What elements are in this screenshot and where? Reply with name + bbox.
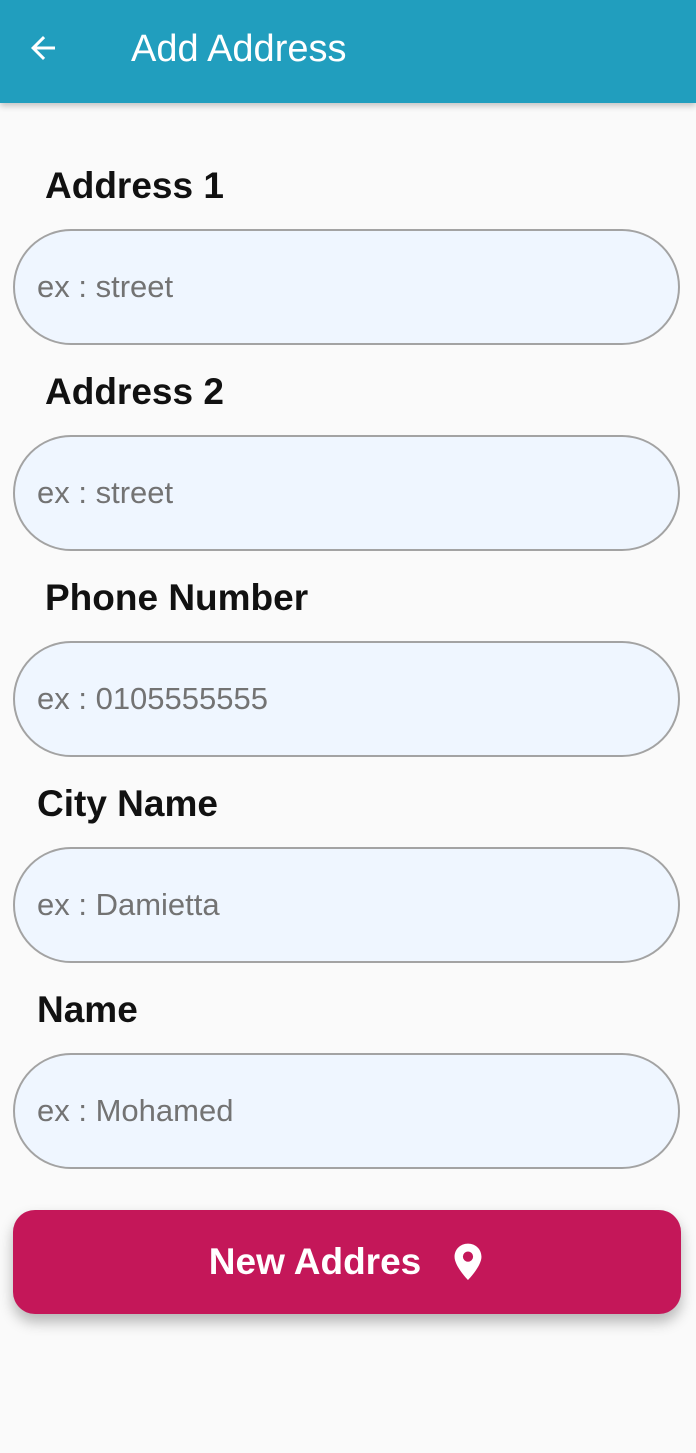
phone-number-input[interactable] — [13, 641, 680, 757]
name-label: Name — [37, 989, 138, 1030]
address-1-label: Address 1 — [45, 165, 224, 206]
back-button[interactable] — [14, 22, 72, 74]
name-input[interactable] — [13, 1053, 680, 1169]
app-bar: Add Address — [0, 0, 696, 103]
new-address-button[interactable]: New Addres — [13, 1210, 681, 1314]
location-pin-icon — [451, 1242, 485, 1282]
address-2-input[interactable] — [13, 435, 680, 551]
arrow-left-icon — [31, 36, 55, 60]
city-name-label: City Name — [37, 783, 218, 824]
new-address-button-label: New Addres — [208, 1241, 422, 1282]
phone-number-label: Phone Number — [45, 577, 309, 618]
address-1-input[interactable] — [13, 229, 680, 345]
page-title: Add Address — [131, 28, 347, 70]
city-name-input[interactable] — [13, 847, 680, 963]
address-2-label: Address 2 — [45, 371, 224, 412]
